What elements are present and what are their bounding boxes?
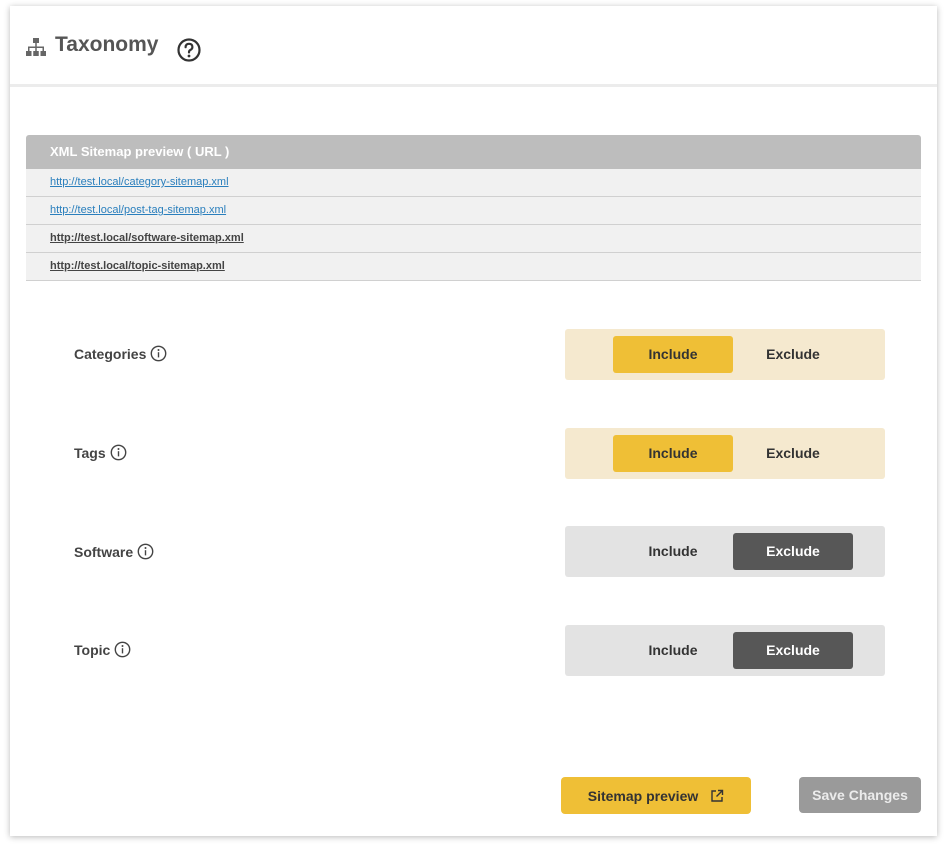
option-label-software: Software (74, 543, 154, 560)
include-button[interactable]: Include (613, 533, 733, 570)
question-circle-icon[interactable] (176, 37, 202, 63)
include-button[interactable]: Include (613, 336, 733, 373)
table-row: http://test.local/category-sitemap.xml (26, 169, 921, 197)
software-toggle: Include Exclude (565, 526, 885, 577)
option-label-text: Categories (74, 345, 147, 362)
option-label-text: Tags (74, 444, 106, 461)
option-label-text: Topic (74, 641, 111, 658)
include-button[interactable]: Include (613, 435, 733, 472)
sitemap-preview-label: Sitemap preview (587, 787, 699, 804)
external-link-icon (711, 789, 724, 802)
exclude-button[interactable]: Exclude (733, 632, 853, 669)
categories-toggle: Include Exclude (565, 329, 885, 380)
topic-toggle: Include Exclude (565, 625, 885, 676)
sitemap-preview-table: XML Sitemap preview ( URL ) http://test.… (26, 135, 921, 281)
info-icon[interactable] (137, 543, 154, 560)
info-icon[interactable] (114, 641, 131, 658)
exclude-button[interactable]: Exclude (733, 435, 853, 472)
option-label-topic: Topic (74, 641, 131, 658)
sitemap-url-link[interactable]: http://test.local/category-sitemap.xml (50, 176, 229, 188)
sitemap-icon (26, 38, 46, 56)
table-header: XML Sitemap preview ( URL ) (26, 135, 921, 169)
exclude-button[interactable]: Exclude (733, 336, 853, 373)
table-row: http://test.local/software-sitemap.xml (26, 225, 921, 253)
table-row: http://test.local/post-tag-sitemap.xml (26, 197, 921, 225)
exclude-button[interactable]: Exclude (733, 533, 853, 570)
tags-toggle: Include Exclude (565, 428, 885, 479)
info-icon[interactable] (150, 345, 167, 362)
sitemap-url-link[interactable]: http://test.local/post-tag-sitemap.xml (50, 204, 226, 216)
option-label-tags: Tags (74, 444, 127, 461)
table-row: http://test.local/topic-sitemap.xml (26, 253, 921, 281)
sitemap-url-link[interactable]: http://test.local/software-sitemap.xml (50, 232, 244, 244)
panel-header: Taxonomy (10, 6, 937, 87)
sitemap-url-link[interactable]: http://test.local/topic-sitemap.xml (50, 260, 225, 272)
page-title: Taxonomy (55, 33, 159, 56)
option-label-text: Software (74, 543, 134, 560)
taxonomy-panel: Taxonomy XML Sitemap preview ( URL ) htt… (10, 6, 937, 836)
option-label-categories: Categories (74, 345, 167, 362)
sitemap-preview-button[interactable]: Sitemap preview (561, 777, 751, 814)
info-icon[interactable] (110, 444, 127, 461)
save-changes-button[interactable]: Save Changes (799, 777, 921, 813)
include-button[interactable]: Include (613, 632, 733, 669)
